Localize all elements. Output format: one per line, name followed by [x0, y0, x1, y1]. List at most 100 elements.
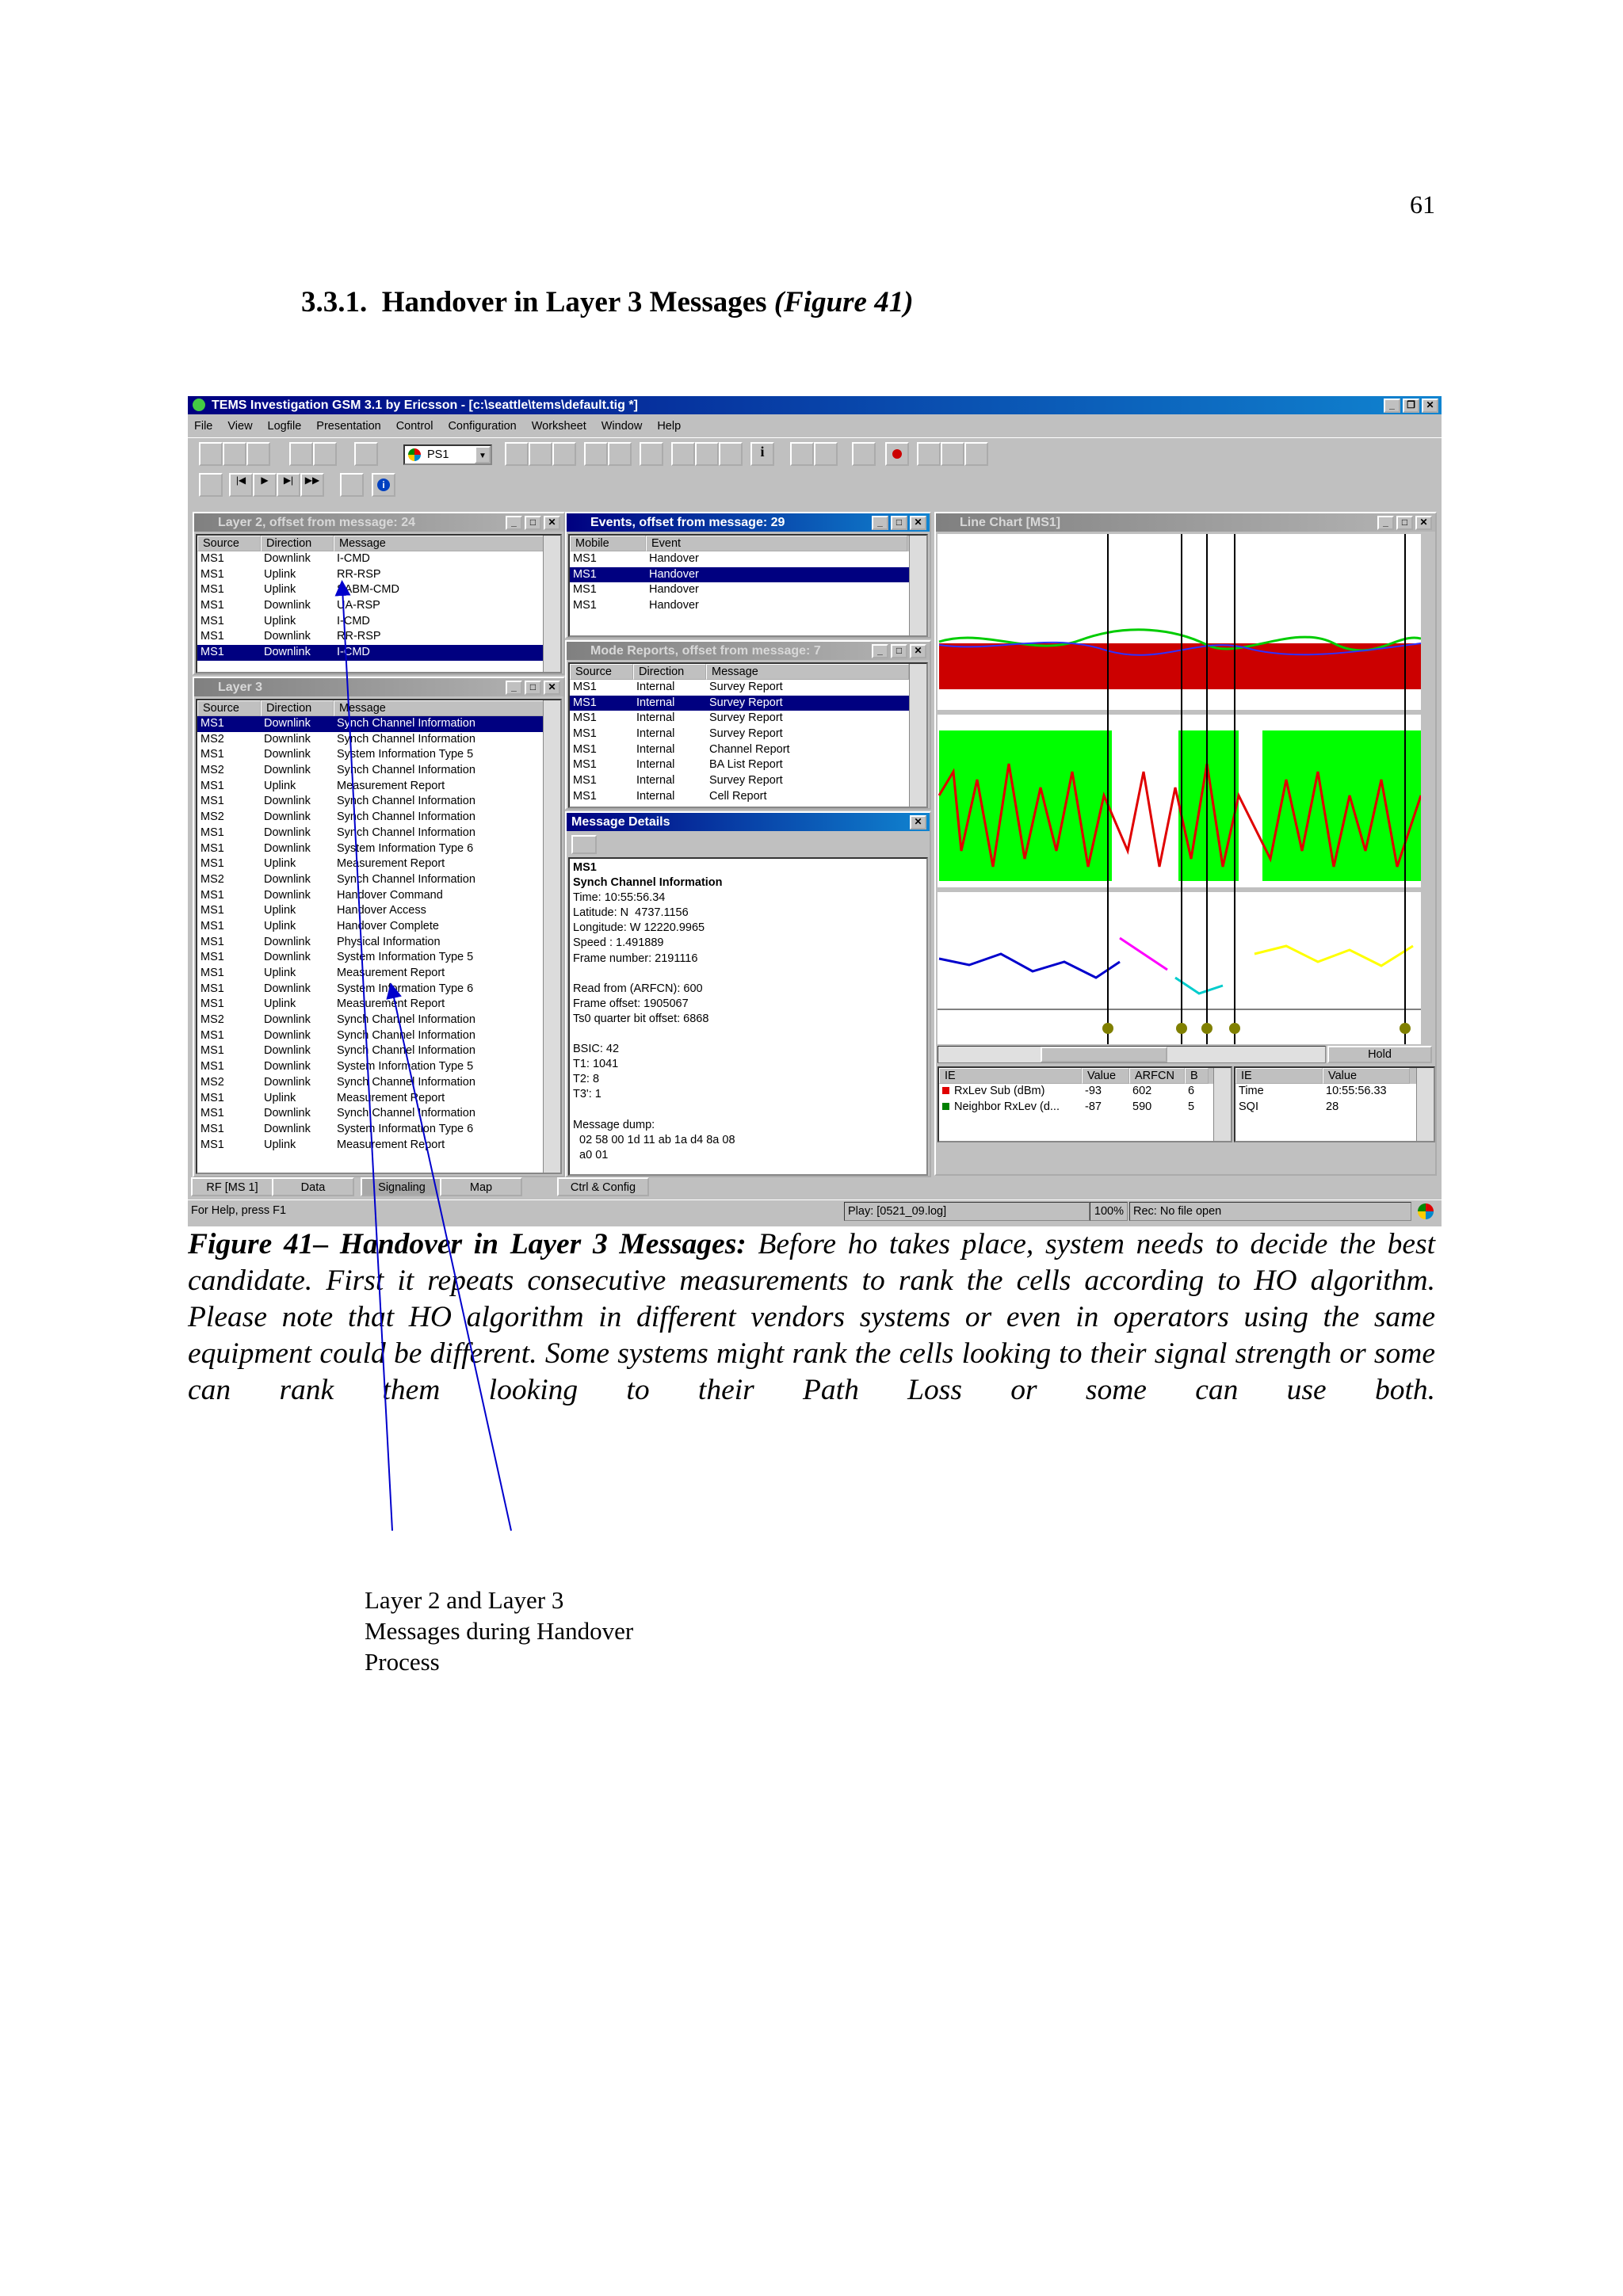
- maximize-icon[interactable]: □: [891, 644, 907, 658]
- list-item[interactable]: MS1 Uplink Measurement Report: [197, 779, 560, 795]
- tab-map[interactable]: Map: [440, 1177, 522, 1196]
- close-icon[interactable]: ✕: [910, 644, 926, 658]
- column-header[interactable]: Mobile: [570, 536, 646, 551]
- list-item[interactable]: MS1 Internal Channel Report: [570, 742, 926, 758]
- new-icon[interactable]: [199, 442, 223, 466]
- tool-icon-11[interactable]: [964, 442, 988, 466]
- close-icon[interactable]: ✕: [1415, 516, 1432, 530]
- column-header[interactable]: Event: [646, 536, 907, 551]
- list-item[interactable]: MS1 Internal BA List Report: [570, 757, 926, 773]
- tab-data[interactable]: Data: [272, 1177, 354, 1196]
- column-header[interactable]: ARFCN: [1129, 1068, 1185, 1084]
- tool-icon-5[interactable]: [608, 442, 632, 466]
- column-header[interactable]: Direction: [633, 664, 706, 680]
- column-header[interactable]: B: [1185, 1068, 1209, 1084]
- column-header[interactable]: Direction: [261, 700, 334, 716]
- tool-icon-6[interactable]: [640, 442, 663, 466]
- column-header[interactable]: Value: [1323, 1068, 1410, 1084]
- scrollbar[interactable]: [543, 700, 560, 1173]
- close-icon[interactable]: ✕: [910, 815, 926, 830]
- column-header[interactable]: IE: [939, 1068, 1082, 1084]
- list-item[interactable]: MS1 Downlink System Information Type 5: [197, 1059, 560, 1075]
- tool-icon-3[interactable]: [552, 442, 576, 466]
- tool-icon-2[interactable]: [529, 442, 552, 466]
- column-header[interactable]: IE: [1235, 1068, 1323, 1084]
- layer2-list[interactable]: Source Direction Message MS1 Downlink I-CMD MS…: [196, 534, 562, 673]
- tab-ctrl-config[interactable]: Ctrl & Config: [557, 1177, 649, 1196]
- scroll-thumb[interactable]: [1041, 1047, 1167, 1062]
- list-item[interactable]: MS1 Handover: [570, 551, 926, 567]
- list-item[interactable]: MS1 Downlink Physical Information: [197, 935, 560, 951]
- menu-item-control[interactable]: Control: [396, 420, 433, 433]
- restore-icon[interactable]: ❐: [1403, 399, 1419, 413]
- column-header[interactable]: Value: [1082, 1068, 1129, 1084]
- list-item[interactable]: MS1 Downlink Synch Channel Information: [197, 1106, 560, 1122]
- list-item[interactable]: MS1 Uplink Measurement Report: [197, 1138, 560, 1154]
- menu-item-help[interactable]: Help: [657, 420, 681, 433]
- column-header[interactable]: Source: [197, 536, 261, 551]
- screen-icon[interactable]: [354, 442, 378, 466]
- list-item[interactable]: MS1 Downlink Synch Channel Information: [197, 826, 560, 841]
- scrollbar[interactable]: [1213, 1068, 1231, 1141]
- edit-icon[interactable]: [719, 442, 743, 466]
- mode-list[interactable]: Source Direction Message MS1 Internal Survey …: [568, 662, 928, 808]
- menu-item-presentation[interactable]: Presentation: [316, 420, 380, 433]
- list-item[interactable]: MS1 Downlink System Information Type 6: [197, 982, 560, 997]
- maximize-icon[interactable]: □: [1396, 516, 1413, 530]
- list-item[interactable]: MS1 Uplink SABM-CMD: [197, 582, 560, 598]
- list-item[interactable]: MS1 Uplink Measurement Report: [197, 1091, 560, 1107]
- play-icon[interactable]: ▶: [253, 473, 277, 497]
- ie-row[interactable]: Time 10:55:56.33: [1235, 1084, 1434, 1100]
- close-icon[interactable]: ✕: [1422, 399, 1438, 413]
- ps-select[interactable]: PS1 ▼: [403, 444, 492, 465]
- list-item[interactable]: MS1 Downlink I-CMD: [197, 551, 560, 567]
- column-header[interactable]: Source: [197, 700, 261, 716]
- skip-back-icon[interactable]: |◀: [229, 473, 253, 497]
- close-icon[interactable]: ✕: [544, 516, 560, 530]
- ie-row[interactable]: RxLev Sub (dBm) -93 602 6: [939, 1084, 1231, 1100]
- list-item[interactable]: MS1 Handover: [570, 598, 926, 614]
- tool-icon-10[interactable]: [917, 442, 941, 466]
- print-icon[interactable]: [289, 442, 313, 466]
- step-icon[interactable]: ▶|: [277, 473, 300, 497]
- list-item[interactable]: MS1 Uplink Measurement Report: [197, 966, 560, 982]
- list-item[interactable]: MS2 Downlink Synch Channel Information: [197, 732, 560, 748]
- open-icon[interactable]: [223, 442, 246, 466]
- list-item[interactable]: MS1 Internal Survey Report: [570, 727, 926, 742]
- list-item[interactable]: MS1 Uplink RR-RSP: [197, 567, 560, 583]
- list-item[interactable]: MS1 Internal Survey Report: [570, 695, 926, 711]
- filter-icon[interactable]: [340, 473, 364, 497]
- ie-row[interactable]: Neighbor RxLev (d... -87 590 5: [939, 1100, 1231, 1116]
- ie-table-2[interactable]: IE Value Time 10:55:56.33 SQI 28: [1234, 1066, 1435, 1142]
- list-item[interactable]: MS1 Downlink Synch Channel Information: [197, 716, 560, 732]
- close-icon[interactable]: ✕: [910, 516, 926, 530]
- menu-item-window[interactable]: Window: [601, 420, 643, 433]
- list-item[interactable]: MS1 Handover: [570, 582, 926, 598]
- scrollbar[interactable]: [909, 664, 926, 807]
- list-item[interactable]: MS1 Uplink Measurement Report: [197, 856, 560, 872]
- hold-button[interactable]: Hold: [1327, 1046, 1432, 1063]
- list-item[interactable]: MS1 Downlink System Information Type 6: [197, 841, 560, 857]
- menu-item-worksheet[interactable]: Worksheet: [532, 420, 586, 433]
- menu-item-configuration[interactable]: Configuration: [448, 420, 516, 433]
- list-item[interactable]: MS2 Downlink Synch Channel Information: [197, 763, 560, 779]
- save-icon[interactable]: [246, 442, 270, 466]
- tool-icon-1[interactable]: [505, 442, 529, 466]
- scrollbar[interactable]: [543, 536, 560, 672]
- tool-icon-7[interactable]: [671, 442, 695, 466]
- ie-row[interactable]: SQI 28: [1235, 1100, 1434, 1116]
- list-item[interactable]: MS1 Internal Survey Report: [570, 680, 926, 696]
- list-item[interactable]: MS1 Downlink System Information Type 5: [197, 950, 560, 966]
- list-item[interactable]: MS1 Uplink I-CMD: [197, 614, 560, 630]
- maximize-icon[interactable]: □: [525, 681, 541, 695]
- menu-item-file[interactable]: File: [194, 420, 212, 433]
- list-item[interactable]: MS1 Downlink System Information Type 5: [197, 747, 560, 763]
- events-list[interactable]: Mobile Event MS1 Handover MS1 Handover MS1 Hand…: [568, 534, 928, 637]
- layer3-list[interactable]: Source Direction Message MS1 Downlink Synch C…: [196, 699, 562, 1174]
- minimize-icon[interactable]: _: [506, 681, 522, 695]
- info-icon[interactable]: i: [750, 442, 774, 466]
- minimize-icon[interactable]: _: [872, 644, 888, 658]
- list-item[interactable]: MS1 Downlink RR-RSP: [197, 629, 560, 645]
- list-item[interactable]: MS1 Internal Survey Report: [570, 773, 926, 789]
- lock-icon[interactable]: [695, 442, 719, 466]
